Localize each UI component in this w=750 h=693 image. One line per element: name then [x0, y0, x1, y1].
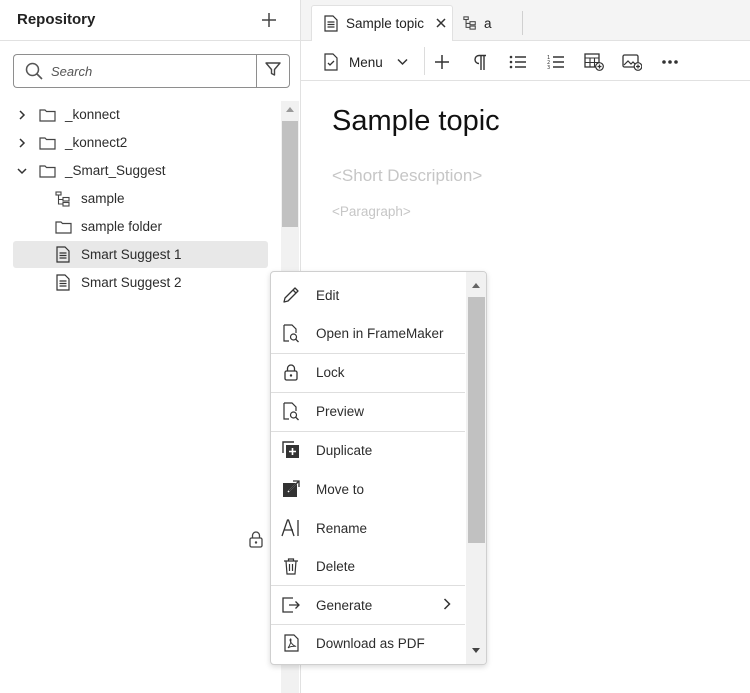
- tree-scrollbar-thumb[interactable]: [282, 121, 298, 227]
- short-description-placeholder[interactable]: <Short Description>: [332, 166, 482, 186]
- menu-item-edit[interactable]: Edit: [271, 276, 465, 314]
- menu-item-delete[interactable]: Delete: [271, 547, 465, 585]
- chevron-right-icon: [443, 597, 451, 613]
- paragraph-icon[interactable]: [468, 50, 492, 74]
- map-icon: [463, 16, 477, 30]
- menu-item-label: Generate: [316, 597, 373, 613]
- tree-item-smart-suggest-1[interactable]: Smart Suggest 1: [13, 241, 268, 268]
- chevron-right-icon[interactable]: [14, 107, 30, 123]
- bulleted-list-icon[interactable]: [506, 50, 530, 74]
- menu-item-label: Open in FrameMaker: [316, 325, 444, 341]
- search-icon: [24, 61, 44, 81]
- menu-item-open-in-framemaker[interactable]: Open in FrameMaker: [271, 314, 465, 352]
- tree-item-label: _konnect2: [65, 135, 128, 150]
- document-check-icon: [323, 53, 339, 71]
- chevron-down-icon: [397, 58, 408, 66]
- tree-item-konnect2[interactable]: _konnect2: [14, 129, 268, 156]
- lock-icon: [281, 362, 301, 382]
- repository-title: Repository: [17, 11, 96, 28]
- folder-icon: [38, 162, 56, 180]
- map-icon: [54, 190, 72, 208]
- menu-item-generate[interactable]: Generate: [271, 586, 465, 624]
- tree-item-label: _konnect: [65, 107, 120, 122]
- tree-item-label: Smart Suggest 2: [81, 275, 182, 290]
- menu-item-label: Rename: [316, 520, 368, 536]
- folder-icon: [54, 218, 72, 236]
- chevron-right-icon[interactable]: [14, 135, 30, 151]
- menu-item-label: Delete: [316, 558, 356, 574]
- folder-icon: [38, 106, 56, 124]
- numbered-list-icon[interactable]: 123: [544, 50, 568, 74]
- menu-item-label: Edit: [316, 287, 340, 303]
- scroll-up-arrow-icon[interactable]: [472, 283, 480, 288]
- scroll-down-arrow-icon[interactable]: [472, 648, 480, 653]
- filter-button[interactable]: [256, 54, 290, 88]
- topic-icon: [54, 274, 72, 292]
- tree-item-label: Smart Suggest 1: [81, 247, 182, 262]
- paragraph-placeholder[interactable]: <Paragraph>: [332, 204, 411, 219]
- tree-item-konnect[interactable]: _konnect: [14, 101, 268, 128]
- toolbar-divider: [424, 47, 425, 75]
- menu-item-move-to[interactable]: Move to: [271, 470, 465, 508]
- search-input[interactable]: [51, 63, 241, 79]
- menu-item-lock[interactable]: Lock: [271, 353, 465, 391]
- add-icon[interactable]: [258, 9, 280, 31]
- scroll-up-arrow-icon[interactable]: [286, 107, 294, 112]
- tab-label: Sample topic: [346, 16, 425, 31]
- document-title[interactable]: Sample topic: [332, 105, 500, 138]
- tab-a[interactable]: a: [461, 11, 523, 35]
- menu-item-preview[interactable]: Preview: [271, 392, 465, 430]
- menu-item-duplicate[interactable]: Duplicate: [271, 431, 465, 469]
- tree-item-label: sample folder: [81, 219, 163, 234]
- folder-icon: [38, 134, 56, 152]
- menu-item-rename[interactable]: Rename: [271, 509, 465, 547]
- tree-item-smart-suggest[interactable]: _Smart_Suggest: [14, 157, 268, 184]
- document-search-icon: [281, 401, 301, 421]
- repository-header: Repository: [0, 0, 301, 41]
- menu-item-download-as-pdf[interactable]: Download as PDF: [271, 624, 465, 662]
- topic-icon: [324, 15, 338, 32]
- menu-item-label: Download as PDF: [316, 635, 425, 651]
- filter-icon: [264, 60, 282, 83]
- context-menu: Edit Open in FrameMaker Lock Preview Dup…: [270, 271, 487, 665]
- more-icon[interactable]: [658, 50, 682, 74]
- menu-label: Menu: [349, 54, 383, 70]
- plus-icon[interactable]: [430, 50, 454, 74]
- chevron-down-icon[interactable]: [14, 163, 30, 179]
- close-icon[interactable]: [436, 15, 446, 33]
- tab-sample-topic[interactable]: Sample topic: [311, 5, 453, 41]
- document-search-icon: [281, 323, 301, 343]
- repository-panel: Repository _konnect _konnect2: [0, 0, 301, 693]
- tree-item-sample[interactable]: sample: [14, 185, 268, 212]
- insert-table-icon[interactable]: [582, 50, 606, 74]
- menu-item-label: Lock: [316, 364, 345, 380]
- topic-icon: [54, 246, 72, 264]
- editor-toolbar: Menu 123: [301, 41, 750, 81]
- trash-icon: [281, 556, 301, 576]
- tree-item-smart-suggest-2[interactable]: Smart Suggest 2: [14, 269, 268, 296]
- rename-icon: [281, 518, 301, 538]
- tab-bar: Sample topic a: [301, 0, 750, 41]
- tree-item-label: _Smart_Suggest: [65, 163, 166, 178]
- svg-text:3: 3: [547, 65, 550, 70]
- export-icon: [281, 595, 301, 615]
- context-menu-scrollbar-thumb[interactable]: [468, 297, 485, 543]
- tree-item-label: sample: [81, 191, 125, 206]
- pdf-icon: [281, 633, 301, 653]
- insert-image-icon[interactable]: [620, 50, 644, 74]
- tab-label: a: [484, 15, 492, 31]
- menu-item-label: Duplicate: [316, 442, 373, 458]
- menu-item-label: Preview: [316, 403, 365, 419]
- duplicate-icon: [281, 440, 301, 460]
- search-field[interactable]: [13, 54, 257, 88]
- menu-dropdown[interactable]: Menu: [323, 50, 408, 74]
- lock-icon: [248, 530, 264, 548]
- move-icon: [281, 479, 301, 499]
- pencil-icon: [281, 285, 301, 305]
- tree-item-sample-folder[interactable]: sample folder: [14, 213, 268, 240]
- menu-item-label: Move to: [316, 481, 365, 497]
